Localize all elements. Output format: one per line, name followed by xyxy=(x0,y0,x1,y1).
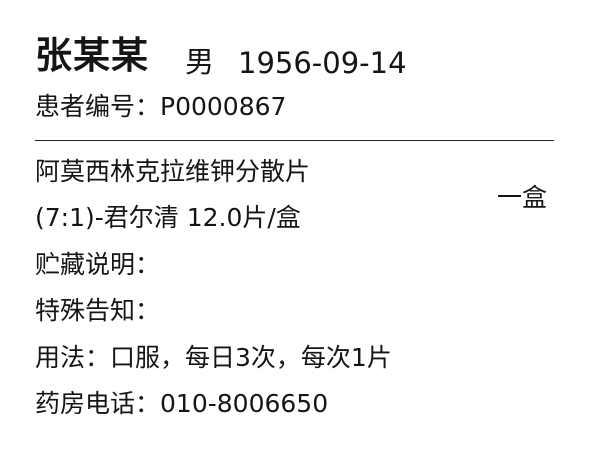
pharmacy-phone-row: 药房电话：010-8006650 xyxy=(35,387,328,421)
usage-row: 用法：口服，每日3次，每次1片 xyxy=(35,341,392,375)
usage-label: 用法： xyxy=(35,343,111,372)
pharmacy-phone-value: 010-8006650 xyxy=(160,389,329,418)
patient-birth-date: 1956-09-14 xyxy=(238,46,407,80)
storage-row: 贮藏说明： xyxy=(35,248,160,282)
drug-name-line-1: 阿莫西林克拉维钾分散片 xyxy=(35,157,311,186)
patient-id-row: 患者编号：P0000867 xyxy=(35,90,286,124)
special-notice-row: 特殊告知： xyxy=(35,294,160,328)
medication-label-card: 张某某 男 1956-09-14 患者编号：P0000867 阿莫西林克拉维钾分… xyxy=(0,0,591,472)
drug-quantity: 一盒 xyxy=(497,183,548,212)
patient-id-value: P0000867 xyxy=(160,92,287,121)
drug-name-line-2: (7:1)-君尔清 12.0片/盒 xyxy=(35,203,301,232)
patient-gender: 男 xyxy=(185,45,215,79)
divider xyxy=(35,140,554,141)
patient-name: 张某某 xyxy=(35,34,149,77)
patient-id-label: 患者编号： xyxy=(35,92,161,121)
special-notice-label: 特殊告知： xyxy=(35,296,161,325)
storage-label: 贮藏说明： xyxy=(35,250,161,279)
pharmacy-phone-label: 药房电话： xyxy=(35,389,161,418)
usage-value: 口服，每日3次，每次1片 xyxy=(110,343,392,372)
